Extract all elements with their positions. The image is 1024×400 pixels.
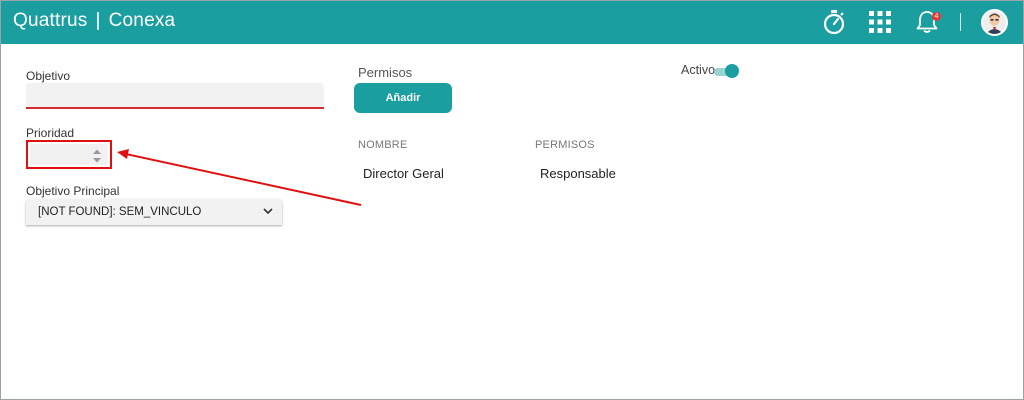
- avatar[interactable]: [981, 9, 1008, 36]
- activo-label: Activo: [681, 63, 716, 77]
- column-header-nombre: NOMBRE: [358, 139, 408, 151]
- stopwatch-icon[interactable]: [822, 9, 846, 35]
- notification-badge: 4: [932, 12, 941, 21]
- row-nombre: Director Geral: [363, 166, 444, 181]
- toggle-knob: [725, 64, 739, 78]
- objetivo-principal-label: Objetivo Principal: [26, 184, 120, 198]
- chevron-down-icon: [263, 208, 273, 215]
- prioridad-number-input[interactable]: [30, 144, 108, 165]
- column-header-permisos: PERMISOS: [535, 139, 595, 151]
- objetivo-principal-select[interactable]: [NOT FOUND]: SEM_VINCULO: [26, 199, 282, 225]
- brand-left: Quattrus: [13, 10, 88, 31]
- app-window: Quattrus | Conexa 4 Objetivo Prioridad O…: [0, 0, 1024, 400]
- add-permiso-button[interactable]: Añadir: [354, 83, 452, 113]
- objetivo-input[interactable]: [26, 83, 324, 109]
- top-bar: Quattrus | Conexa 4: [1, 1, 1023, 44]
- permisos-title: Permisos: [358, 65, 413, 80]
- number-spinner-icon[interactable]: [92, 148, 102, 164]
- user-avatar-icon: [983, 11, 1006, 34]
- brand-logo[interactable]: Quattrus | Conexa: [13, 10, 175, 32]
- apps-grid-icon[interactable]: [868, 10, 892, 34]
- brand-separator: |: [95, 10, 101, 31]
- objetivo-label: Objetivo: [26, 69, 71, 83]
- brand-right: Conexa: [108, 10, 176, 31]
- objetivo-principal-value: [NOT FOUND]: SEM_VINCULO: [38, 206, 202, 218]
- prioridad-highlight-box: [26, 140, 112, 169]
- prioridad-label: Prioridad: [26, 126, 75, 140]
- header-divider: [960, 13, 961, 31]
- row-permisos: Responsable: [540, 166, 616, 181]
